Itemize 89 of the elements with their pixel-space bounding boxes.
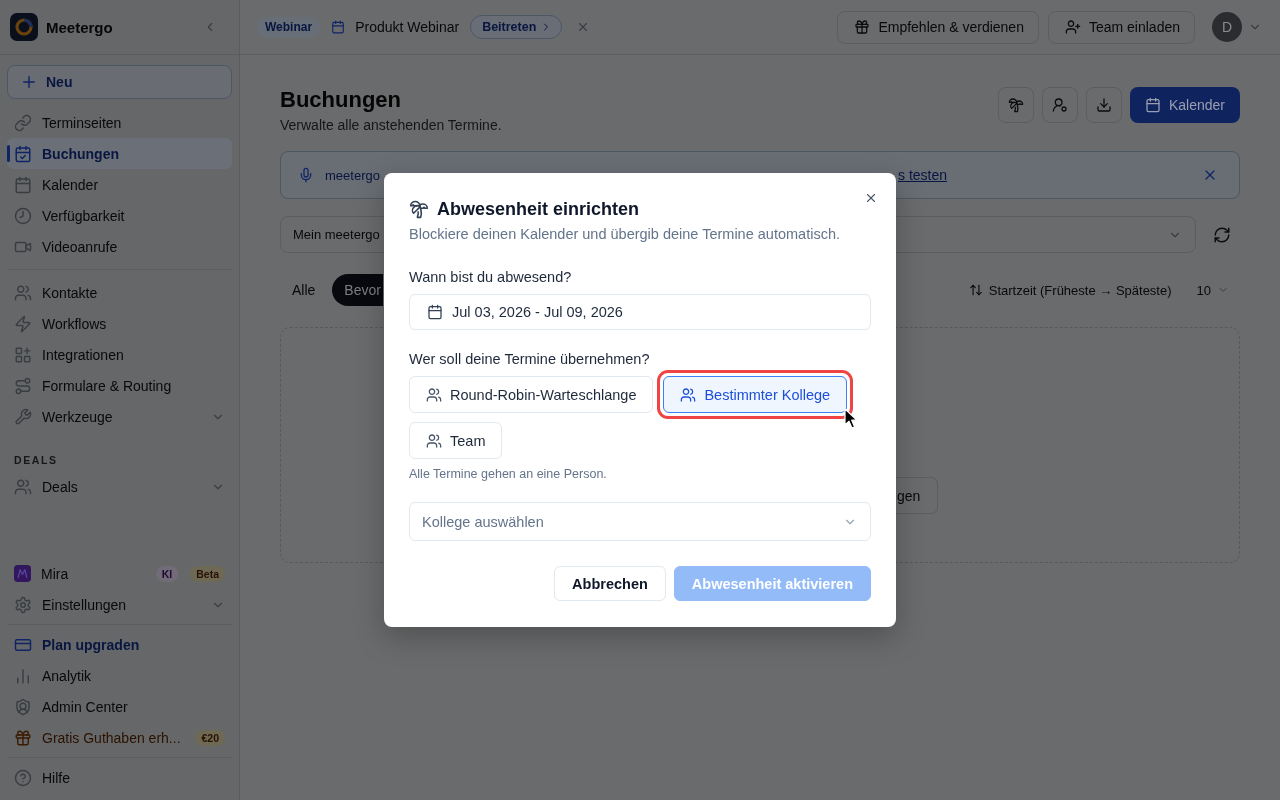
new-button[interactable]: Neu (7, 65, 232, 99)
event-title: Produkt Webinar (355, 19, 460, 35)
sidebar-item[interactable]: Deals (7, 471, 232, 502)
app-tile-icon (14, 565, 31, 582)
mouse-cursor-icon (844, 408, 859, 429)
join-button[interactable]: Beitreten (470, 15, 563, 39)
help-icon (14, 768, 32, 787)
refer-button[interactable]: Empfehlen & verdienen (837, 10, 1039, 44)
gift-icon (14, 728, 32, 747)
event-badge: Webinar (257, 16, 321, 38)
calendar-icon (14, 175, 32, 194)
calendar-icon (427, 304, 443, 320)
field-label: Wann bist du abwesend? (409, 268, 573, 287)
banner-text: meetergo (325, 167, 380, 183)
palm-tree-button[interactable] (997, 87, 1034, 123)
users-icon (680, 386, 697, 403)
sidebar-item[interactable]: Analytik (7, 660, 232, 691)
logo-icon (10, 13, 38, 41)
cancel-button[interactable]: Abbrechen (554, 566, 666, 601)
sidebar-item[interactable]: Videoanrufe (7, 231, 232, 262)
sidebar-item[interactable]: Workflows (7, 308, 232, 339)
users-icon (426, 386, 442, 403)
sidebar-item[interactable]: Kalender (7, 169, 232, 200)
sidebar-item[interactable]: Einstellungen (7, 589, 232, 620)
calendar-icon (331, 20, 346, 34)
sidebar-item[interactable]: Kontakte (7, 277, 232, 308)
colleague-select[interactable]: Kollege auswählen (409, 502, 871, 541)
sidebar-item[interactable]: Formulare & Routing (7, 370, 232, 401)
page-subtitle: Verwalte alle anstehenden Termine. (280, 116, 502, 135)
user-plus-icon (1064, 19, 1081, 35)
label-badge: Beta (190, 565, 225, 582)
filter-tab[interactable]: Alle (280, 274, 328, 306)
banner-link[interactable]: s testen (898, 167, 948, 183)
action-button[interactable]: gen (896, 477, 939, 514)
gift-icon (854, 19, 871, 35)
helper-text: Alle Termine gehen an eine Person. (409, 466, 608, 482)
calendar-check-icon (14, 144, 32, 163)
sidebar-item[interactable]: Verfügbarkeit (7, 200, 232, 231)
download-button[interactable] (1085, 87, 1122, 123)
users-icon (426, 432, 442, 449)
section-heading: DEALS (14, 453, 59, 468)
close-icon[interactable] (864, 191, 878, 205)
invite-button[interactable]: Team einladen (1047, 10, 1195, 44)
clock-icon (14, 206, 32, 225)
user-avatar[interactable]: D (1212, 12, 1242, 42)
dialog-title: Abwesenheit einrichten (437, 198, 640, 221)
palm-tree-icon (409, 199, 429, 219)
refresh-icon[interactable] (1213, 225, 1231, 244)
label-badge: KI (155, 565, 179, 582)
settings-icon (14, 595, 32, 614)
grid-plus-icon (14, 345, 32, 364)
shield-user-icon (14, 697, 32, 716)
wrench-icon (14, 407, 32, 426)
option-button[interactable]: Team (409, 422, 503, 459)
sidebar-item[interactable]: Buchungen (7, 138, 232, 169)
users-icon (14, 477, 32, 496)
download-icon (1095, 97, 1112, 113)
option-button[interactable]: Bestimmter Kollege (663, 376, 848, 413)
sidebar-item[interactable]: Plan upgraden (7, 629, 232, 660)
route-icon (14, 376, 32, 395)
sidebar-item[interactable]: Werkzeuge (7, 401, 232, 432)
page-title: Buchungen (280, 88, 402, 112)
sidebar-item[interactable]: Integrationen (7, 339, 232, 370)
microphone-icon (298, 167, 314, 183)
sidebar-item[interactable]: Admin Center (7, 691, 232, 722)
dialog-subtitle: Blockiere deinen Kalender und übergib deine Termine automatisch. (409, 225, 841, 244)
filter-tab[interactable]: Bevor (332, 274, 383, 306)
calendar-button[interactable]: Kalender (1129, 87, 1240, 123)
sidebar-item[interactable]: Mira KI Beta (7, 558, 232, 589)
option-button[interactable]: Round-Robin-Warteschlange (409, 376, 654, 413)
calendar-icon (1144, 97, 1161, 113)
page-size-selector[interactable]: 10 (1196, 282, 1211, 298)
brand-name: Meetergo (46, 18, 113, 36)
users-icon (14, 283, 32, 302)
sort-icon[interactable] (968, 283, 983, 297)
sort-selector[interactable]: Startzeit (Früheste → Späteste) (988, 282, 1172, 298)
user-button[interactable] (1041, 87, 1078, 123)
sidebar-item[interactable]: Hilfe (7, 762, 232, 793)
sidebar-item[interactable]: Terminseiten (7, 107, 232, 138)
sidebar-item[interactable]: Gratis Guthaben erh... €20 (7, 722, 232, 753)
plus-icon (20, 73, 38, 91)
palm-tree-icon (1007, 97, 1024, 113)
date-range-field[interactable]: Jul 03, 2026 - Jul 09, 2026 (409, 294, 871, 330)
field-label: Wer soll deine Termine übernehmen? (409, 350, 651, 369)
lightning-icon (14, 314, 32, 333)
bar-chart-icon (14, 666, 32, 685)
label-badge: €20 (195, 729, 225, 746)
link-icon (14, 113, 32, 132)
user-icon (1051, 97, 1068, 113)
